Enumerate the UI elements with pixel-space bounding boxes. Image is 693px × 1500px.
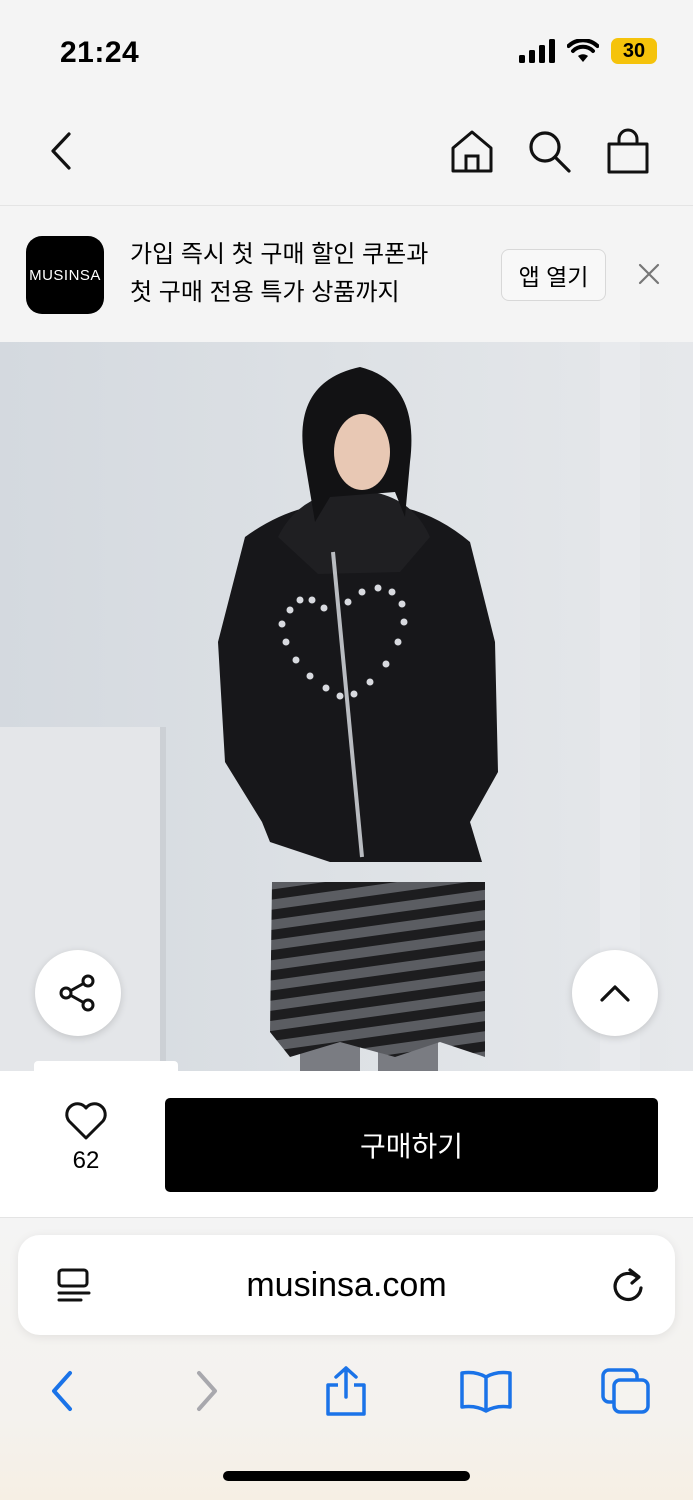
reload-icon [613,1268,643,1301]
browser-back-button[interactable] [34,1365,90,1417]
tabs-button[interactable] [598,1365,654,1417]
browser-bottom-bar: musinsa.com [0,1219,693,1500]
home-button[interactable] [447,124,497,178]
home-indicator [223,1471,470,1481]
search-icon [529,131,571,173]
chevron-up-icon [600,985,630,1002]
nav-header [0,100,693,206]
battery-indicator: 30 [611,38,657,64]
chevron-left-icon [52,1371,72,1411]
thumbnail-peek[interactable] [34,1061,178,1071]
share-sheet-icon [326,1366,366,1416]
book-icon [460,1370,512,1413]
like-button[interactable]: 62 [50,1101,122,1185]
status-indicators: 30 [519,38,657,64]
like-count: 62 [72,1147,100,1174]
banner-line-2: 첫 구매 전용 특가 상품까지 [130,279,400,306]
scroll-top-button[interactable] [572,950,658,1036]
back-button[interactable] [36,124,86,178]
cart-button[interactable] [603,124,653,178]
address-bar[interactable]: musinsa.com [18,1235,675,1335]
home-icon [451,130,493,173]
browser-share-button[interactable] [318,1365,374,1417]
banner-line-1: 가입 즉시 첫 구매 할인 쿠폰과 [130,241,429,268]
cellular-signal-icon [519,39,555,63]
search-button[interactable] [524,124,574,178]
heart-icon [65,1102,107,1140]
chevron-right-icon [197,1371,217,1411]
url-text: musinsa.com [246,1265,447,1304]
wifi-icon [567,39,599,62]
open-app-button[interactable]: 앱 열기 [501,249,606,301]
browser-forward-button[interactable] [179,1365,235,1417]
share-button[interactable] [35,950,121,1036]
close-icon [638,263,660,285]
banner-message: 가입 즉시 첫 구매 할인 쿠폰과 첫 구매 전용 특가 상품까지 [130,236,480,312]
status-bar: 21:24 30 [0,0,693,100]
purchase-bar: 62 구매하기 [0,1071,693,1218]
shopping-bag-icon [607,128,649,174]
chevron-left-icon [51,132,71,170]
musinsa-logo: MUSINSA [26,236,104,314]
reload-button[interactable] [608,1265,648,1305]
app-install-banner: MUSINSA 가입 즉시 첫 구매 할인 쿠폰과 첫 구매 전용 특가 상품까… [0,207,693,342]
banner-close-button[interactable] [632,257,666,291]
tabs-icon [601,1368,650,1414]
bookmarks-button[interactable] [458,1365,514,1417]
status-time: 21:24 [60,36,140,69]
product-image[interactable] [0,342,693,1071]
buy-button[interactable]: 구매하기 [165,1098,658,1192]
share-icon [59,974,95,1012]
